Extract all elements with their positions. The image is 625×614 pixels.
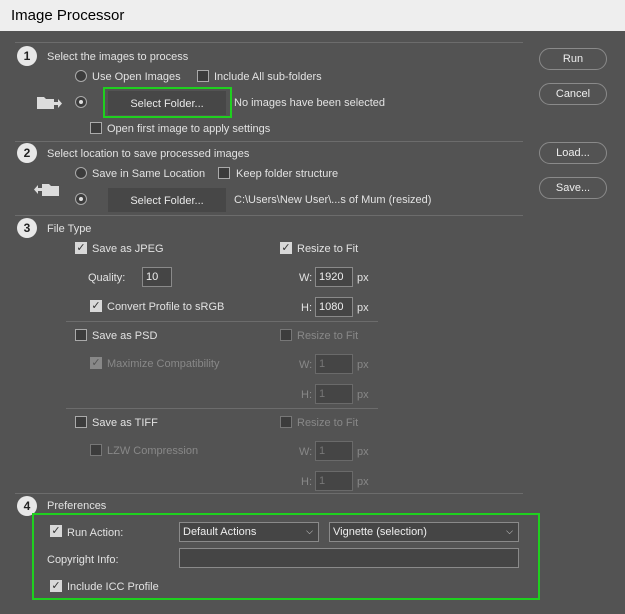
jpeg-resize-label: Resize to Fit — [297, 243, 359, 255]
tiff-width-label: W: — [299, 446, 313, 458]
run-button[interactable]: Run — [539, 48, 607, 70]
maximize-compat-label: Maximize Compatibility — [107, 358, 220, 370]
psd-resize-checkbox[interactable] — [280, 329, 292, 341]
jpeg-resize-checkbox[interactable]: ✓ — [280, 242, 292, 254]
jpeg-height-input[interactable]: 1080 — [315, 297, 353, 317]
run-action-checkbox[interactable]: ✓ — [50, 525, 62, 537]
select-destination-folder-button[interactable]: Select Folder... — [108, 188, 226, 212]
include-icc-checkbox[interactable]: ✓ — [50, 580, 62, 592]
section-divider — [15, 493, 523, 494]
psd-width-input[interactable]: 1 — [315, 354, 353, 374]
select-folder-highlight — [103, 87, 232, 118]
convert-srgb-label: Convert Profile to sRGB — [107, 301, 225, 313]
jpeg-height-unit: px — [357, 302, 369, 314]
psd-resize-label: Resize to Fit — [297, 330, 359, 342]
action-name-value: Vignette (selection) — [333, 526, 427, 538]
select-destination-radio[interactable] — [75, 193, 87, 205]
save-same-location-label: Save in Same Location — [92, 168, 206, 180]
tiff-height-unit: px — [357, 476, 369, 488]
use-open-images-label: Use Open Images — [92, 71, 181, 83]
action-set-dropdown[interactable]: Default Actions ⌵ — [179, 522, 319, 542]
convert-srgb-checkbox[interactable]: ✓ — [90, 300, 102, 312]
copyright-input[interactable] — [179, 548, 519, 568]
psd-width-label: W: — [299, 359, 313, 371]
chevron-down-icon: ⌵ — [306, 526, 313, 536]
save-psd-checkbox[interactable] — [75, 329, 87, 341]
step-3-badge: 3 — [17, 218, 37, 238]
select-folder-radio[interactable] — [75, 96, 87, 108]
cancel-button[interactable]: Cancel — [539, 83, 607, 105]
save-jpeg-checkbox[interactable]: ✓ — [75, 242, 87, 254]
load-button[interactable]: Load... — [539, 142, 607, 164]
open-first-image-checkbox[interactable] — [90, 122, 102, 134]
save-jpeg-label: Save as JPEG — [92, 243, 164, 255]
psd-width-unit: px — [357, 359, 369, 371]
filetype-divider — [66, 321, 378, 322]
use-open-images-radio[interactable] — [75, 70, 87, 82]
psd-height-unit: px — [357, 389, 369, 401]
folder-save-icon — [34, 184, 59, 196]
action-name-dropdown[interactable]: Vignette (selection) ⌵ — [329, 522, 519, 542]
include-icc-label: Include ICC Profile — [67, 581, 159, 593]
psd-height-input[interactable]: 1 — [315, 384, 353, 404]
psd-height-label: H: — [301, 389, 312, 401]
save-psd-label: Save as PSD — [92, 330, 158, 342]
section4-heading: Preferences — [47, 500, 107, 512]
lzw-compression-label: LZW Compression — [107, 445, 199, 457]
section-divider — [15, 141, 523, 142]
save-settings-button[interactable]: Save... — [539, 177, 607, 199]
run-action-label: Run Action: — [67, 527, 124, 539]
tiff-resize-checkbox[interactable] — [280, 416, 292, 428]
tiff-height-label: H: — [301, 476, 312, 488]
folder-open-icon — [37, 97, 62, 109]
tiff-resize-label: Resize to Fit — [297, 417, 359, 429]
tiff-width-input[interactable]: 1 — [315, 441, 353, 461]
jpeg-width-label: W: — [299, 272, 313, 284]
destination-path: C:\Users\New User\...s of Mum (resized) — [234, 194, 432, 206]
include-subfolders-checkbox[interactable] — [197, 70, 209, 82]
keep-folder-structure-checkbox[interactable] — [218, 167, 230, 179]
window-title: Image Processor — [0, 0, 625, 31]
section2-heading: Select location to save processed images — [47, 148, 250, 160]
quality-label: Quality: — [88, 272, 126, 284]
lzw-compression-checkbox[interactable] — [90, 444, 102, 456]
save-tiff-label: Save as TIFF — [92, 417, 158, 429]
section1-heading: Select the images to process — [47, 51, 189, 63]
chevron-down-icon: ⌵ — [506, 526, 513, 536]
selection-status: No images have been selected — [234, 97, 386, 109]
save-same-location-radio[interactable] — [75, 167, 87, 179]
section-divider — [15, 42, 523, 43]
step-2-badge: 2 — [17, 143, 37, 163]
quality-input[interactable]: 10 — [142, 267, 172, 287]
jpeg-width-unit: px — [357, 272, 369, 284]
open-first-image-label: Open first image to apply settings — [107, 123, 271, 135]
include-subfolders-label: Include All sub-folders — [214, 71, 322, 83]
tiff-width-unit: px — [357, 446, 369, 458]
maximize-compat-checkbox[interactable]: ✓ — [90, 357, 102, 369]
action-set-value: Default Actions — [183, 526, 257, 538]
tiff-height-input[interactable]: 1 — [315, 471, 353, 491]
step-1-badge: 1 — [17, 46, 37, 66]
keep-folder-structure-label: Keep folder structure — [236, 168, 339, 180]
save-tiff-checkbox[interactable] — [75, 416, 87, 428]
filetype-divider — [66, 408, 378, 409]
section3-heading: File Type — [47, 223, 92, 235]
section-divider — [15, 215, 523, 216]
jpeg-height-label: H: — [301, 302, 312, 314]
jpeg-width-input[interactable]: 1920 — [315, 267, 353, 287]
copyright-label: Copyright Info: — [47, 554, 119, 566]
